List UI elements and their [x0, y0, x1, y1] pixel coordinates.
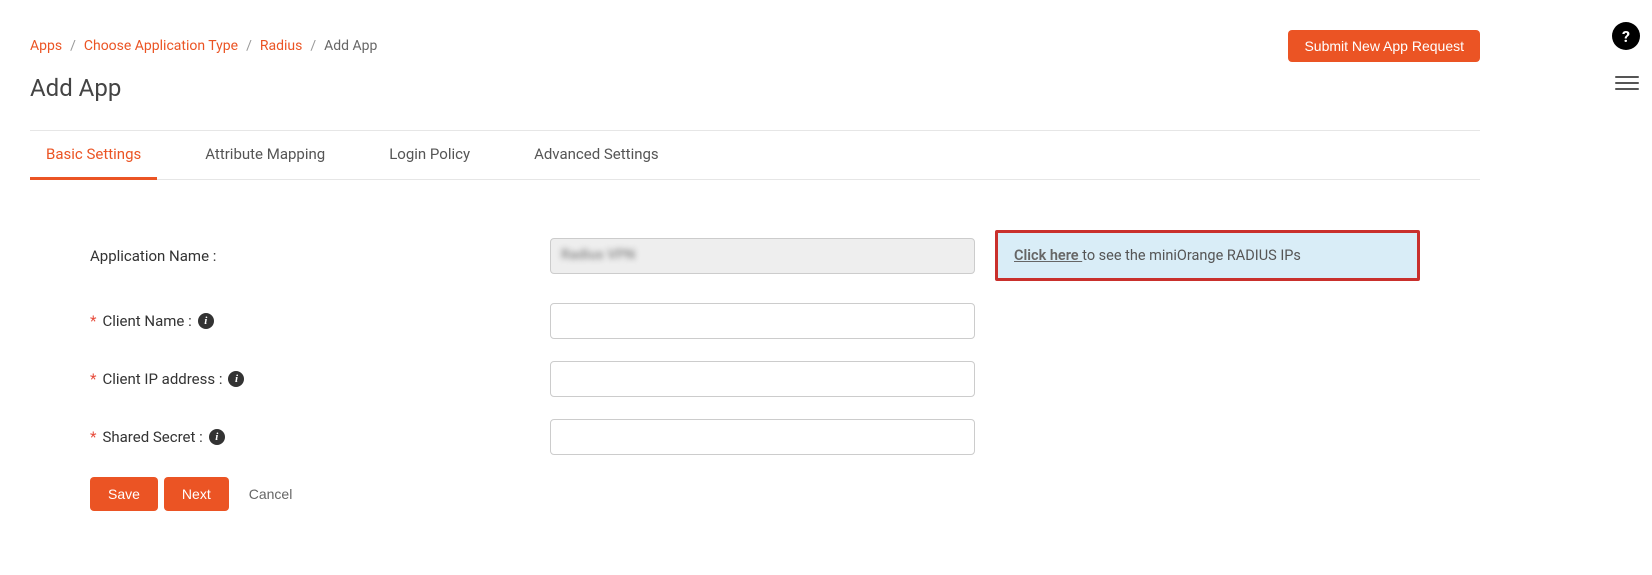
breadcrumb-separator: /	[246, 38, 252, 54]
tab-advanced-settings[interactable]: Advanced Settings	[518, 131, 675, 180]
breadcrumb-current: Add App	[324, 38, 377, 54]
tab-login-policy[interactable]: Login Policy	[373, 131, 486, 180]
submit-new-app-request-button[interactable]: Submit New App Request	[1288, 30, 1480, 62]
required-mark: *	[90, 312, 96, 330]
application-name-label: Application Name :	[90, 247, 530, 265]
radius-ips-info-box: Click here to see the miniOrange RADIUS …	[995, 230, 1420, 281]
breadcrumb: Apps / Choose Application Type / Radius …	[30, 38, 377, 54]
help-icon[interactable]: ?	[1612, 22, 1640, 50]
info-icon[interactable]: i	[209, 429, 225, 445]
form-area: Application Name : Radius VPN Click here…	[30, 180, 1480, 531]
cancel-button[interactable]: Cancel	[235, 477, 307, 511]
page-title: Add App	[30, 74, 1480, 102]
breadcrumb-link-choose-app-type[interactable]: Choose Application Type	[84, 38, 238, 54]
application-name-input: Radius VPN	[550, 238, 975, 274]
client-ip-input[interactable]	[550, 361, 975, 397]
client-name-input[interactable]	[550, 303, 975, 339]
tab-attribute-mapping[interactable]: Attribute Mapping	[189, 131, 341, 180]
breadcrumb-link-radius[interactable]: Radius	[260, 38, 303, 54]
info-box-text: to see the miniOrange RADIUS IPs	[1082, 247, 1301, 264]
tab-basic-settings[interactable]: Basic Settings	[30, 131, 157, 180]
info-icon[interactable]: i	[198, 313, 214, 329]
tabs-container: Basic Settings Attribute Mapping Login P…	[30, 131, 1480, 180]
breadcrumb-separator: /	[70, 38, 76, 54]
save-button[interactable]: Save	[90, 477, 158, 511]
breadcrumb-link-apps[interactable]: Apps	[30, 38, 62, 54]
client-name-label: *Client Name : i	[90, 312, 530, 330]
next-button[interactable]: Next	[164, 477, 229, 511]
shared-secret-label: *Shared Secret : i	[90, 428, 530, 446]
breadcrumb-separator: /	[310, 38, 316, 54]
info-icon[interactable]: i	[228, 371, 244, 387]
client-ip-label: *Client IP address : i	[90, 370, 530, 388]
required-mark: *	[90, 370, 96, 388]
click-here-link[interactable]: Click here	[1014, 247, 1082, 264]
hamburger-menu-icon[interactable]	[1615, 76, 1639, 90]
required-mark: *	[90, 428, 96, 446]
shared-secret-input[interactable]	[550, 419, 975, 455]
